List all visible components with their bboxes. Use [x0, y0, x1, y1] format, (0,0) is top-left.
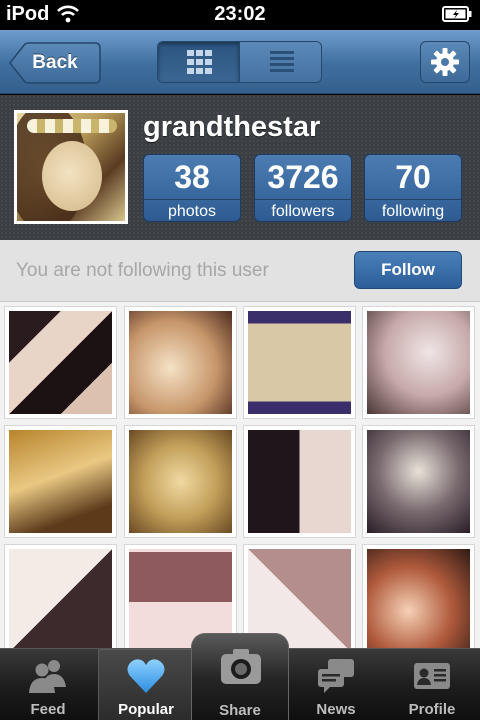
camera-icon [221, 649, 261, 684]
profile-username: grandthestar [143, 111, 321, 143]
tab-popular-label: Popular [118, 701, 174, 718]
settings-button[interactable] [420, 41, 470, 83]
photo-thumbnail[interactable] [362, 306, 475, 419]
profile-header: grandthestar 38 photos 3726 followers 70… [0, 95, 480, 240]
view-mode-toggle [157, 41, 322, 83]
stat-followers-button[interactable]: 3726 followers [254, 154, 352, 222]
stat-photos-button[interactable]: 38 photos [143, 154, 241, 222]
gear-icon [431, 48, 459, 76]
tab-news[interactable]: News [288, 649, 384, 720]
back-button[interactable]: Back [9, 42, 101, 84]
photo-image [9, 549, 112, 648]
tab-share[interactable]: Share [191, 633, 289, 720]
navigation-bar: Back [0, 30, 480, 94]
photo-image [367, 430, 470, 533]
tab-feed[interactable]: Feed [0, 649, 96, 720]
stat-divider [255, 199, 351, 200]
photo-grid [0, 302, 480, 648]
photo-thumbnail[interactable] [124, 425, 237, 538]
speech-bubbles-icon [318, 659, 354, 693]
follow-bar: You are not following this user Follow [0, 240, 480, 302]
photo-thumbnail[interactable] [362, 544, 475, 648]
tab-popular[interactable]: Popular [98, 649, 194, 720]
stat-photos-label: photos [167, 203, 217, 220]
stat-divider [365, 199, 461, 200]
stat-divider [144, 199, 240, 200]
battery-charging-icon [442, 6, 472, 22]
grid-icon [187, 50, 212, 74]
list-icon [270, 51, 294, 72]
photo-image [9, 430, 112, 533]
status-bar: iPod 23:02 [0, 0, 480, 30]
photo-thumbnail[interactable] [4, 544, 117, 648]
photo-image [248, 430, 351, 533]
follow-status-text: You are not following this user [16, 260, 269, 281]
photo-thumbnail[interactable] [243, 425, 356, 538]
back-button-label: Back [32, 52, 78, 73]
stat-photos-count: 38 [174, 159, 210, 195]
photo-image [367, 311, 470, 414]
photo-thumbnail[interactable] [4, 306, 117, 419]
photo-thumbnail[interactable] [4, 425, 117, 538]
photo-image [129, 430, 232, 533]
people-icon [29, 660, 66, 693]
stat-followers-count: 3726 [267, 159, 339, 195]
photo-thumbnail[interactable] [243, 306, 356, 419]
tab-profile[interactable]: Profile [384, 649, 480, 720]
avatar-face [42, 141, 102, 211]
stat-following-label: following [381, 203, 445, 220]
stat-following-count: 70 [395, 159, 431, 195]
heart-icon [127, 659, 165, 693]
status-time: 23:02 [214, 3, 266, 25]
avatar-flower-crown [27, 119, 117, 133]
tab-bar: Feed Popular Share News Profile [0, 633, 480, 720]
id-card-icon [414, 663, 450, 689]
profile-avatar [14, 110, 128, 224]
grid-view-button[interactable] [158, 42, 239, 82]
photo-image [129, 311, 232, 414]
photo-thumbnail[interactable] [362, 425, 475, 538]
follow-button[interactable]: Follow [354, 251, 462, 289]
stat-following-button[interactable]: 70 following [364, 154, 462, 222]
list-view-button[interactable] [239, 42, 321, 82]
tab-feed-label: Feed [30, 701, 66, 718]
tab-profile-label: Profile [408, 701, 456, 718]
tab-news-label: News [316, 701, 356, 718]
photo-thumbnail[interactable] [124, 306, 237, 419]
photo-image [367, 549, 470, 648]
photo-image [248, 311, 351, 414]
tab-share-label: Share [219, 702, 261, 719]
stat-followers-label: followers [271, 203, 335, 220]
photo-image [9, 311, 112, 414]
